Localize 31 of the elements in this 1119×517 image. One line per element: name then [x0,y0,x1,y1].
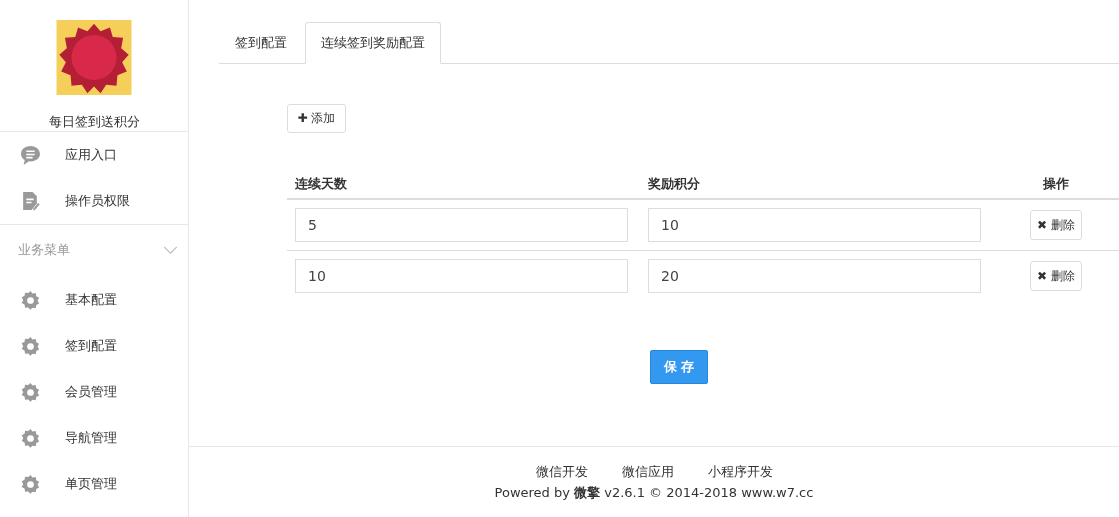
sidebar-item[interactable]: 单页管理 [0,461,188,507]
column-header: 连续天数 [287,169,640,199]
footer-link[interactable]: 微信开发 [535,462,588,481]
column-header: 奖励积分 [640,169,993,199]
sidebar-item[interactable]: 基本配置 [0,277,188,323]
sidebar-item[interactable]: 签到配置 [0,323,188,369]
tab[interactable]: 签到配置 [219,22,303,64]
tab[interactable]: 连续签到奖励配置 [305,22,441,64]
points-input[interactable]: 20 [648,259,981,293]
add-button[interactable]: ✚ 添加 [287,104,346,133]
footer-link[interactable]: 小程序开发 [707,462,773,481]
delete-button[interactable]: ✖ 删除 [1030,261,1082,291]
days-input[interactable]: 10 [295,259,628,293]
days-input[interactable]: 5 [295,208,628,242]
sidebar-item[interactable]: 会员管理 [0,369,188,415]
document-edit-icon [20,190,41,212]
gear-icon [20,289,41,311]
column-header: 操作 [993,169,1119,199]
gear-icon [20,427,41,449]
copyright-text: Powered by 微擎 v2.6.1 © 2014-2018 www.w7.cc [494,483,814,502]
delete-button[interactable]: ✖ 删除 [1030,210,1082,240]
sidebar-item[interactable]: 导航管理 [0,415,188,461]
points-input[interactable]: 10 [648,208,981,242]
footer-link[interactable]: 微信应用 [621,462,674,481]
sidebar-item[interactable]: 应用入口 [0,132,188,178]
gear-icon [20,335,41,357]
sidebar-item[interactable]: 操作员权限 [0,178,188,224]
app-name: 每日签到送积分 [48,113,140,131]
speech-bubble-icon [20,144,41,166]
gear-icon [20,381,41,403]
gear-icon [20,473,41,495]
